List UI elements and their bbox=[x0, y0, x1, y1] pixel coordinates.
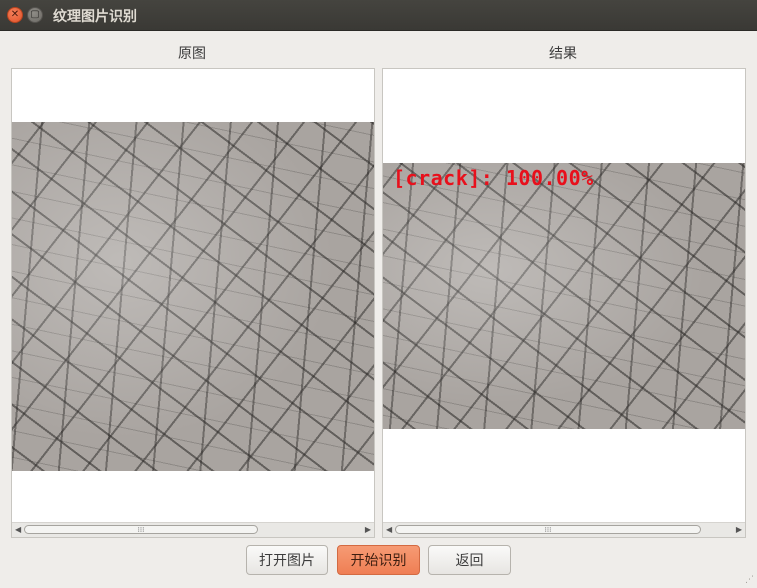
grip-icon: ⁞⁞⁞ bbox=[544, 525, 552, 534]
original-horizontal-scrollbar[interactable]: ◀ ⁞⁞⁞ ▶ bbox=[12, 522, 374, 537]
grip-icon: ⁞⁞⁞ bbox=[137, 525, 145, 534]
title-bar[interactable]: ✕ ▢ 纹理图片识别 bbox=[0, 0, 757, 31]
recognition-result-label: [crack]: 100.00% bbox=[393, 166, 594, 190]
scrollbar-thumb[interactable]: ⁞⁞⁞ bbox=[24, 525, 258, 534]
original-image-label: 原图 bbox=[178, 46, 206, 62]
maximize-window-button[interactable]: ▢ bbox=[27, 7, 43, 23]
scroll-right-arrow-icon[interactable]: ▶ bbox=[365, 525, 371, 534]
window-title: 纹理图片识别 bbox=[53, 9, 137, 25]
scroll-left-arrow-icon[interactable]: ◀ bbox=[386, 525, 392, 534]
result-image-label: 结果 bbox=[549, 46, 577, 62]
resize-grip-icon[interactable]: ⋰ bbox=[745, 575, 754, 585]
result-image-view[interactable]: [crack]: 100.00% ◀ ⁞⁞⁞ ▶ bbox=[382, 68, 746, 538]
back-button[interactable]: 返回 bbox=[428, 545, 511, 575]
result-image: [crack]: 100.00% bbox=[383, 163, 745, 429]
original-image-view[interactable]: ◀ ⁞⁞⁞ ▶ bbox=[11, 68, 375, 538]
start-recognition-button[interactable]: 开始识别 bbox=[337, 545, 420, 575]
scroll-left-arrow-icon[interactable]: ◀ bbox=[15, 525, 21, 534]
scrollbar-thumb[interactable]: ⁞⁞⁞ bbox=[395, 525, 701, 534]
close-window-button[interactable]: ✕ bbox=[7, 7, 23, 23]
scroll-right-arrow-icon[interactable]: ▶ bbox=[736, 525, 742, 534]
close-icon: ✕ bbox=[10, 9, 20, 20]
original-image bbox=[12, 122, 374, 471]
result-horizontal-scrollbar[interactable]: ◀ ⁞⁞⁞ ▶ bbox=[383, 522, 745, 537]
maximize-icon: ▢ bbox=[30, 9, 40, 20]
open-image-button[interactable]: 打开图片 bbox=[246, 545, 328, 575]
